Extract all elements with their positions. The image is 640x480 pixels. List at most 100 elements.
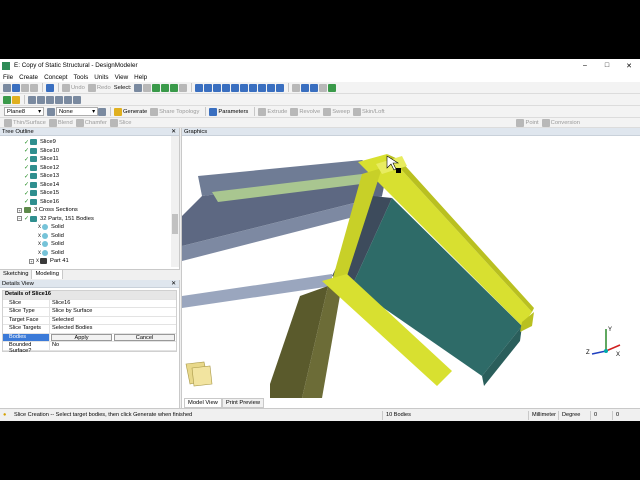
select-face-icon[interactable] xyxy=(161,83,170,92)
revolve-button[interactable]: Revolve xyxy=(290,107,320,117)
generate-button[interactable]: Generate xyxy=(114,107,147,117)
display-point-icon[interactable] xyxy=(301,83,310,92)
expand-icon[interactable]: + xyxy=(29,258,34,264)
tree-node-slice10[interactable]: ✓ Slice10 xyxy=(24,147,59,155)
tree-node-solid[interactable]: x Solid xyxy=(38,232,64,240)
new-icon[interactable] xyxy=(3,83,11,92)
tree-node-cross-sections[interactable]: +3 Cross Sections xyxy=(17,206,78,214)
undo-button[interactable]: Undo xyxy=(62,83,85,93)
scrollbar-thumb[interactable] xyxy=(172,214,178,234)
select-mode-icon[interactable] xyxy=(134,83,143,92)
export-icon[interactable] xyxy=(30,83,38,92)
tree-node-parts[interactable]: − ✓ 32 Parts, 151 Bodies xyxy=(17,215,94,223)
open-icon[interactable] xyxy=(12,83,20,92)
display-plane-icon[interactable] xyxy=(276,83,285,92)
new-plane-icon[interactable] xyxy=(28,95,36,104)
tree-node-solid[interactable]: x Solid xyxy=(38,240,64,248)
blend-button[interactable]: Blend xyxy=(48,118,73,128)
details-row-slice-targets[interactable]: Slice Targets Selected Bodies xyxy=(3,325,176,334)
box-zoom-icon[interactable] xyxy=(222,83,231,92)
sweep-button[interactable]: Sweep xyxy=(323,107,350,117)
look-at-icon[interactable] xyxy=(46,95,54,104)
menu-help[interactable]: Help xyxy=(131,74,150,81)
skin-loft-button[interactable]: Skin/Loft xyxy=(353,107,385,117)
details-row-target-face[interactable]: Target Face Selected xyxy=(3,316,176,325)
redo-button[interactable]: Redo xyxy=(87,83,111,93)
tree-scrollbar[interactable] xyxy=(171,136,179,267)
magnifier-icon[interactable] xyxy=(240,83,249,92)
cancel-button[interactable]: Cancel xyxy=(114,333,175,341)
slice-button[interactable]: Slice xyxy=(109,118,132,128)
tab-modeling[interactable]: Modeling xyxy=(32,270,63,279)
save-icon[interactable] xyxy=(21,83,29,92)
graphics-options-icon[interactable] xyxy=(328,83,337,92)
zoom-fit-icon[interactable] xyxy=(231,83,240,92)
tree-node-solid[interactable]: x Solid xyxy=(38,249,64,257)
menu-units[interactable]: Units xyxy=(91,74,111,81)
tab-model-view[interactable]: Model View xyxy=(184,398,222,408)
display-model-icon[interactable] xyxy=(292,83,301,92)
maximize-button[interactable]: □ xyxy=(596,62,618,69)
collapse-icon[interactable]: − xyxy=(17,216,22,221)
pick-icon[interactable] xyxy=(64,95,72,104)
share-topology-button[interactable]: Share Topology xyxy=(150,107,199,117)
isometric-view-icon[interactable] xyxy=(267,83,276,92)
extrude-button[interactable]: Extrude xyxy=(258,107,287,117)
tree-node-slice12[interactable]: ✓ Slice12 xyxy=(24,164,59,172)
tree-node-slice9[interactable]: ✓ Slice9 xyxy=(24,138,56,146)
select-edge-icon[interactable] xyxy=(152,83,161,92)
snap-icon[interactable] xyxy=(73,95,81,104)
tree-node-slice11[interactable]: ✓ Slice11 xyxy=(24,155,59,163)
new-sketch-icon[interactable] xyxy=(37,95,45,104)
select-point-icon[interactable] xyxy=(143,83,152,92)
tree-node-slice16[interactable]: ✓ Slice16 xyxy=(24,198,59,206)
minimize-button[interactable]: – xyxy=(574,62,596,69)
point-button[interactable]: Point xyxy=(516,118,539,128)
menu-view[interactable]: View xyxy=(112,74,132,81)
tree-node-slice13[interactable]: ✓ Slice13 xyxy=(24,172,59,180)
display-toggle-icon[interactable] xyxy=(55,95,63,104)
thin-surface-button[interactable]: Thin/Surface xyxy=(4,118,46,128)
model-viewport[interactable]: Y X Z xyxy=(182,136,640,398)
conversion-button[interactable]: Conversion xyxy=(541,118,580,128)
screenshot-icon[interactable] xyxy=(46,83,54,92)
zoom-icon[interactable] xyxy=(213,83,222,92)
details-row-slice[interactable]: Slice Slice16 xyxy=(3,299,176,308)
sketch-look-at-icon[interactable] xyxy=(98,107,106,116)
plane-combo[interactable]: Plane8 ▾ xyxy=(4,107,44,116)
parameters-button[interactable]: Parameters xyxy=(209,107,248,117)
menu-file[interactable]: File xyxy=(0,74,16,81)
pin-icon[interactable]: ✕ xyxy=(171,129,179,135)
tree-node-solid[interactable]: x Solid xyxy=(38,223,64,231)
expand-icon[interactable]: + xyxy=(17,207,22,213)
chamfer-button[interactable]: Chamfer xyxy=(75,118,107,128)
tree-node-slice15[interactable]: ✓ Slice15 xyxy=(24,189,59,197)
previous-view-icon[interactable] xyxy=(249,83,258,92)
app-logo-icon xyxy=(2,61,10,70)
rotate-icon[interactable] xyxy=(195,83,204,92)
tree-node-part41[interactable]: + x Part 41 xyxy=(29,257,69,265)
details-row-bounded-surface[interactable]: Bounded Surface? No xyxy=(3,342,176,354)
view-cube-icon[interactable] xyxy=(185,361,213,387)
menu-create[interactable]: Create xyxy=(16,74,41,81)
select-body-icon[interactable] xyxy=(170,83,179,92)
box-select-icon[interactable] xyxy=(3,95,11,104)
new-sketch-plane-icon[interactable] xyxy=(47,107,55,116)
details-row-slice-type[interactable]: Slice Type Slice by Surface xyxy=(3,308,176,317)
tab-print-preview[interactable]: Print Preview xyxy=(221,398,265,408)
apply-button[interactable]: Apply xyxy=(51,333,112,341)
select-extend-icon[interactable] xyxy=(179,83,188,92)
details-row-bodies[interactable]: Bodies Apply Cancel xyxy=(3,333,176,342)
sketch-combo[interactable]: None ▾ xyxy=(56,107,98,116)
tab-sketching[interactable]: Sketching xyxy=(0,270,33,279)
face-filter-icon[interactable] xyxy=(12,95,20,104)
menu-concept[interactable]: Concept xyxy=(41,74,70,81)
pan-icon[interactable] xyxy=(204,83,213,92)
menu-tools[interactable]: Tools xyxy=(71,74,92,81)
tree-node-slice14[interactable]: ✓ Slice14 xyxy=(24,181,59,189)
display-edge-icon[interactable] xyxy=(310,83,319,92)
close-button[interactable]: ✕ xyxy=(618,62,640,70)
next-view-icon[interactable] xyxy=(258,83,267,92)
pin-icon[interactable]: ✕ xyxy=(171,281,179,287)
display-vertex-icon[interactable] xyxy=(319,83,328,92)
